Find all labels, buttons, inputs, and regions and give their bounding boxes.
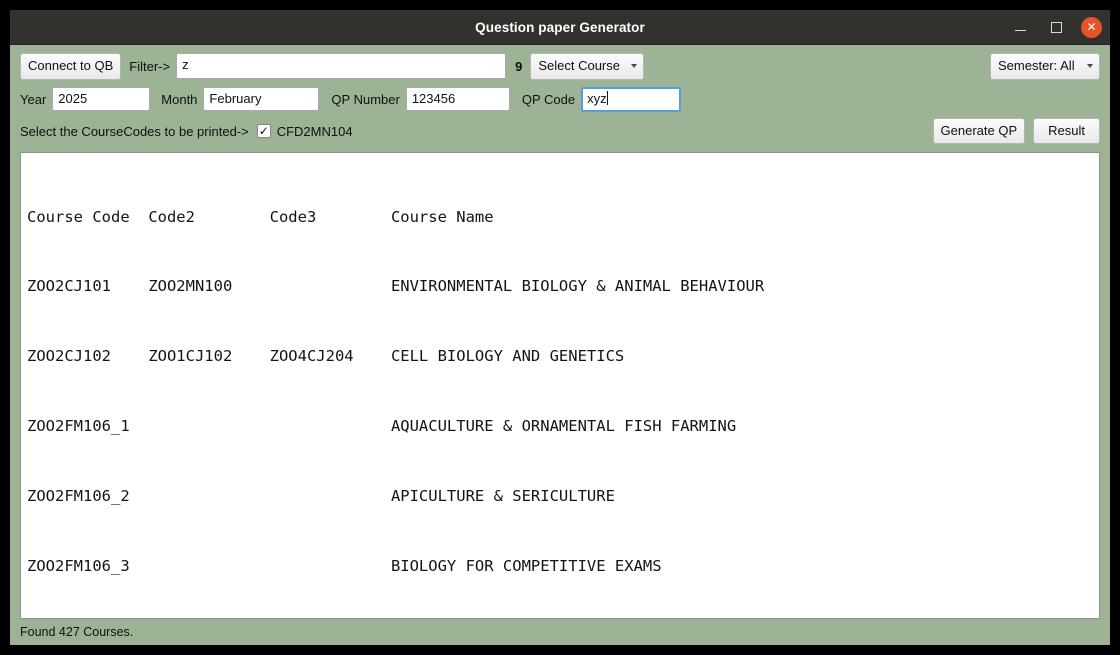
qp-code-value: xyz [587,90,607,106]
result-button[interactable]: Result [1033,118,1100,144]
table-row[interactable]: ZOO2FM106_2 APICULTURE & SERICULTURE [27,485,1099,508]
table-row[interactable]: ZOO2CJ101 ZOO2MN100 ENVIRONMENTAL BIOLOG… [27,275,1099,298]
filter-label: Filter-> [129,58,171,74]
title-bar: Question paper Generator ✕ [10,10,1110,45]
close-icon[interactable]: ✕ [1081,16,1102,38]
select-coursecodes-label: Select the CourseCodes to be printed-> [20,123,249,139]
month-input[interactable]: February [203,87,320,111]
course-list-content: Course Code Code2 Code3 Course Name ZOO2… [21,153,1099,618]
qp-number-input[interactable]: 123456 [405,87,510,111]
status-bar: Found 427 Courses. [10,619,1110,645]
maximize-icon[interactable] [1045,16,1067,38]
table-row[interactable]: ZOO2FM106_3 BIOLOGY FOR COMPETITIVE EXAM… [27,555,1099,578]
year-label: Year [20,91,47,107]
filter-count-label: 9 [515,58,523,74]
toolbar: Connect to QB Filter-> z 9 Select Course… [10,45,1110,146]
minimize-icon[interactable] [1009,16,1031,38]
application-window: Question paper Generator ✕ Connect to QB… [10,10,1110,645]
chevron-down-icon [631,63,638,68]
toolbar-row-paper-details: Year 2025 Month February QP Number 12345… [20,84,1100,114]
connect-to-qb-button[interactable]: Connect to QB [20,52,122,80]
month-label: Month [161,91,198,107]
toolbar-row-filter: Connect to QB Filter-> z 9 Select Course… [20,50,1100,82]
course-select-dropdown[interactable]: Select Course [530,52,645,80]
generate-qp-button[interactable]: Generate QP [932,118,1026,144]
filter-input[interactable]: z [176,53,507,79]
coursecode-checkbox[interactable]: ✓ [256,124,271,138]
table-row[interactable]: ZOO2CJ102 ZOO1CJ102 ZOO4CJ204 CELL BIOLO… [27,345,1099,368]
check-icon: ✓ [258,124,269,138]
window-title: Question paper Generator [475,19,645,35]
screen: Question paper Generator ✕ Connect to QB… [0,0,1120,655]
status-text: Found 427 Courses. [20,625,134,639]
chevron-down-icon [1087,63,1093,68]
course-list[interactable]: Course Code Code2 Code3 Course Name ZOO2… [20,152,1100,619]
qp-code-input[interactable]: xyz [581,86,682,112]
coursecode-checkbox-label: CFD2MN104 [276,123,353,139]
text-cursor [606,90,608,105]
year-input[interactable]: 2025 [52,87,151,111]
course-select-label: Select Course [538,58,620,73]
table-row[interactable]: ZOO2FM106_1 AQUACULTURE & ORNAMENTAL FIS… [27,415,1099,438]
semester-select-label: Semester: All [998,58,1075,73]
qp-code-label: QP Code [521,91,576,107]
course-list-header: Course Code Code2 Code3 Course Name [27,207,494,226]
semester-select-dropdown[interactable]: Semester: All [990,52,1100,80]
toolbar-row-coursecodes: Select the CourseCodes to be printed-> ✓… [20,116,1100,146]
qp-number-label: QP Number [331,91,400,107]
window-controls: ✕ [1009,10,1102,44]
